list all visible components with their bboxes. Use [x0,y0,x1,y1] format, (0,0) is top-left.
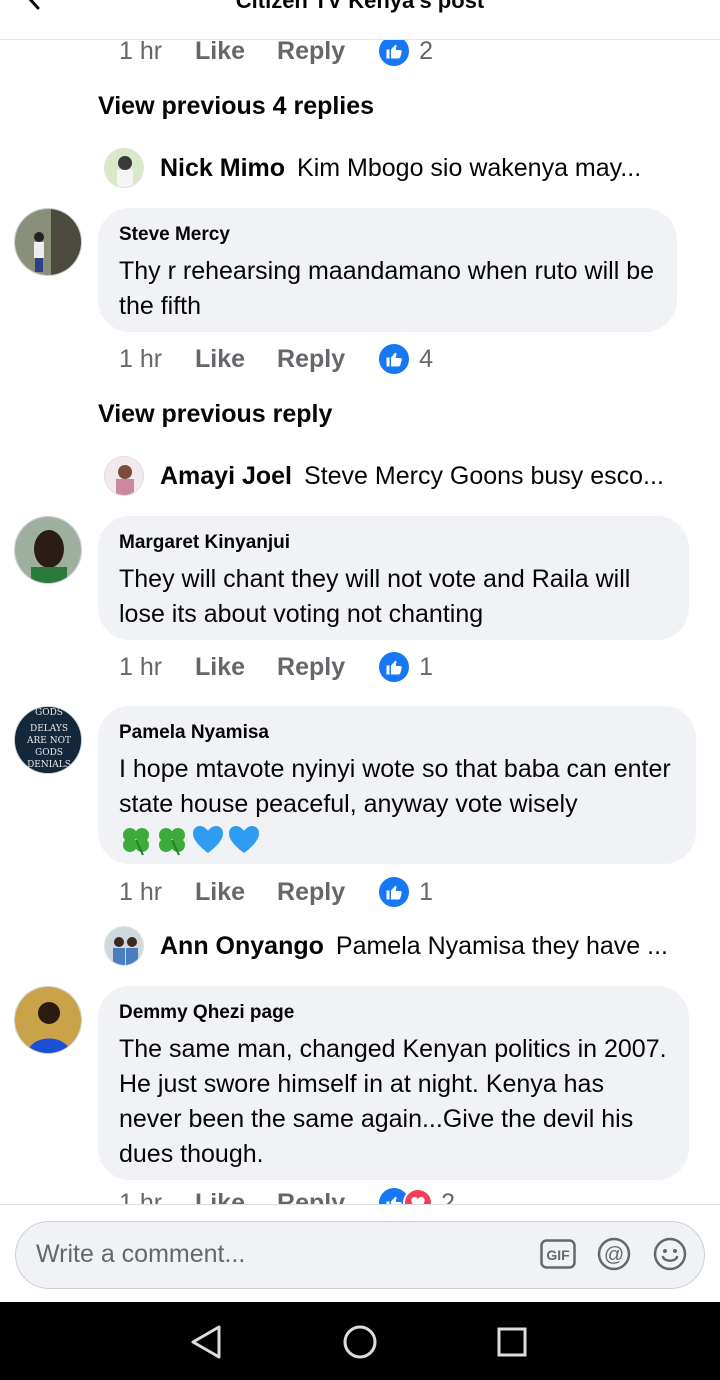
reaction-count: 4 [419,344,434,373]
comment-bubble[interactable]: Margaret Kinyanjui They will chant they … [98,516,689,640]
thumbs-up-icon [377,875,412,909]
like-button[interactable]: Like [195,1189,245,1205]
avatar[interactable] [14,986,82,1054]
reaction-count: 2 [419,40,434,65]
reply-button[interactable]: Reply [277,40,345,66]
reaction-count: 1 [419,652,434,681]
avatar[interactable]: GODS DELAYS ARE NOT GODS DENIALS [14,706,82,774]
mention-icon[interactable]: @ [596,1236,632,1272]
reply-text: Kim Mbogo sio wakenya may... [297,153,642,182]
reaction-summary[interactable]: 2 [377,40,433,68]
reaction-summary[interactable]: 2 [377,1186,455,1204]
comment-input[interactable]: Write a comment... GIF @ [15,1221,705,1289]
comment-bubble[interactable]: Pamela Nyamisa I hope mtavote nyinyi wot… [98,706,696,864]
avatar[interactable] [14,516,82,584]
reaction-summary[interactable]: 1 [377,650,433,684]
reply-text: Pamela Nyamisa they have ... [335,931,668,960]
svg-text:GIF: GIF [546,1247,570,1263]
avatar[interactable] [104,148,144,188]
blue-heart-icon [227,824,261,861]
reply-button[interactable]: Reply [277,1189,345,1205]
comment-input-placeholder: Write a comment... [36,1240,246,1268]
comment-bubble[interactable]: Steve Mercy Thy r rehearsing maandamano … [98,208,677,332]
comment-author[interactable]: Margaret Kinyanjui [119,532,667,554]
comment-text: They will chant they will not vote and R… [119,565,631,628]
reply-button[interactable]: Reply [277,345,345,374]
avatar[interactable] [14,208,82,276]
reply-author[interactable]: Amayi Joel [160,462,292,491]
comment-text: I hope mtavote nyinyi wote so that baba … [119,755,671,818]
comment-bubble[interactable]: Demmy Qhezi page The same man, changed K… [98,986,689,1180]
like-button[interactable]: Like [195,345,245,374]
avatar[interactable] [104,456,144,496]
reply-preview[interactable]: Amayi Joel Steve Mercy Goons busy esco..… [104,454,704,498]
shamrock-icon [119,824,153,861]
emoji-line [119,824,674,861]
comment-time: 1 hr [119,1188,163,1205]
post-header: Citizen TV Kenya's post [0,0,720,40]
svg-text:DENIALS: DENIALS [27,760,71,770]
comment-time: 1 hr [119,652,163,681]
reply-text: Steve Mercy Goons busy esco... [304,461,664,490]
emoji-icon[interactable] [652,1236,688,1272]
page-title: Citizen TV Kenya's post [235,0,485,13]
comment-actions: 1 hr Like Reply 2 [119,1186,455,1205]
like-button[interactable]: Like [195,40,245,66]
comment-time: 1 hr [119,877,163,906]
reaction-count: 2 [441,1188,456,1205]
comments-feed[interactable]: 1 hr Like Reply 2 View previous 4 replie… [0,40,720,1204]
reply-author[interactable]: Nick Mimo [160,154,285,183]
comment-time: 1 hr [119,344,163,373]
comment-author[interactable]: Pamela Nyamisa [119,722,674,744]
reaction-summary[interactable]: 1 [377,875,433,909]
gif-icon[interactable]: GIF [540,1236,576,1272]
reply-preview[interactable]: Ann Onyango Pamela Nyamisa they have ... [104,924,704,968]
reaction-summary[interactable]: 4 [377,342,433,376]
comment-text: The same man, changed Kenyan politics in… [119,1035,667,1168]
shamrock-icon [155,824,189,861]
comment-author[interactable]: Steve Mercy [119,224,655,246]
reaction-count: 1 [419,877,434,906]
like-button[interactable]: Like [195,878,245,907]
comment-author[interactable]: Demmy Qhezi page [119,1002,667,1024]
like-button[interactable]: Like [195,653,245,682]
comment-actions: 1 hr Like Reply 2 [119,40,433,68]
comment-text: Thy r rehearsing maandamano when ruto wi… [119,257,654,320]
thumbs-up-icon [377,650,412,684]
svg-text:@: @ [604,1244,624,1266]
reply-preview[interactable]: Nick Mimo Kim Mbogo sio wakenya may... [104,146,704,190]
home-icon[interactable] [340,1322,380,1362]
blue-heart-icon [191,824,225,861]
system-nav-bar [0,1302,720,1380]
reply-button[interactable]: Reply [277,653,345,682]
svg-text:ARE NOT: ARE NOT [26,736,71,746]
thumbs-up-icon [377,342,412,376]
svg-text:GODS: GODS [35,708,63,718]
view-previous-replies-link[interactable]: View previous 4 replies [98,92,374,121]
comment-actions: 1 hr Like Reply 1 [119,875,433,909]
avatar[interactable] [104,926,144,966]
back-icon[interactable] [186,1322,226,1362]
comment-composer: Write a comment... GIF @ [0,1204,720,1302]
heart-icon [403,1188,434,1204]
svg-text:DELAYS: DELAYS [30,724,68,734]
reply-author[interactable]: Ann Onyango [160,932,324,961]
comment-time: 1 hr [119,40,163,65]
recents-icon[interactable] [492,1322,532,1362]
quote-avatar-image: GODS DELAYS ARE NOT GODS DENIALS [15,707,81,773]
thumbs-up-icon [377,40,412,68]
reply-button[interactable]: Reply [277,878,345,907]
svg-text:GODS: GODS [35,748,63,758]
view-previous-replies-link[interactable]: View previous reply [98,400,332,429]
comment-actions: 1 hr Like Reply 4 [119,342,433,376]
comment-actions: 1 hr Like Reply 1 [119,650,433,684]
